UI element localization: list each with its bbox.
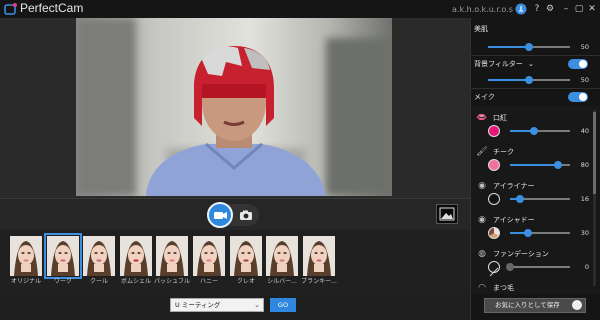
beauty-slider-fill (488, 46, 529, 48)
bg-filter-label[interactable]: 背景フィルター ⌄ (474, 59, 534, 69)
bg-filter-slider-knob[interactable] (525, 76, 533, 84)
divider (470, 88, 600, 89)
bg-filter-value: 50 (580, 76, 589, 84)
makeup-item-label: アイシャドー (493, 216, 535, 224)
divider (470, 55, 600, 56)
preset-thumbnail[interactable] (10, 236, 42, 276)
chevron-down-icon: ⌄ (528, 60, 534, 68)
video-camera-icon (214, 212, 227, 219)
preset-thumbnail[interactable] (120, 236, 152, 276)
photo-camera-icon[interactable] (239, 208, 253, 222)
eye-icon: ◉ (478, 181, 486, 191)
maximize-icon[interactable]: ▢ (573, 3, 585, 15)
preset-label: ハニー (199, 278, 218, 285)
chevron-down-icon: ⌄ (254, 301, 260, 309)
eyeshadow-icon: ◉ (478, 215, 486, 225)
settings-icon[interactable]: ⚙ (544, 3, 556, 15)
eyelash-icon: ◠ (478, 283, 486, 293)
slider-knob[interactable] (554, 161, 562, 169)
makeup-intensity-slider[interactable] (510, 229, 570, 237)
bg-filter-label-text: 背景フィルター (474, 60, 523, 68)
color-swatch[interactable] (488, 261, 500, 277)
makeup-item-value: 30 (580, 229, 589, 237)
makeup-item-label: チーク (493, 148, 514, 156)
beauty-slider[interactable] (488, 43, 570, 51)
preset-label: シルバー... (267, 278, 297, 285)
makeup-item-label: 口紅 (493, 114, 507, 122)
preset-label: ブランキー... (301, 278, 337, 285)
makeup-item-value: 40 (580, 127, 589, 135)
foundation-icon: ◍ (478, 249, 486, 259)
color-swatch[interactable] (488, 227, 500, 239)
preset-thumbnail[interactable] (266, 236, 298, 276)
title-bar: PerfectCam a.k.h.o.k.u.r.o.s ? ⚙ – ▢ ✕ (0, 0, 600, 18)
slider-knob[interactable] (506, 263, 514, 271)
preset-thumbnail[interactable] (230, 236, 262, 276)
preset-thumbnail[interactable] (83, 236, 115, 276)
notification-icon[interactable] (515, 3, 527, 15)
app-title: PerfectCam (20, 1, 84, 15)
preset-thumbnail[interactable] (193, 236, 225, 276)
preset-thumbnail[interactable] (156, 236, 188, 276)
preset-label: パッシュフル (153, 278, 190, 285)
color-swatch[interactable] (488, 193, 500, 205)
blush-brush-icon: 🖌 (476, 147, 488, 157)
preset-thumbnail[interactable] (44, 233, 82, 279)
bg-filter-slider[interactable] (488, 76, 570, 84)
color-swatch[interactable] (488, 159, 500, 171)
beauty-label: 美肌 (474, 25, 488, 33)
preset-label: クール (89, 278, 108, 285)
slider-knob[interactable] (515, 195, 524, 203)
bg-filter-slider-fill (488, 79, 529, 81)
go-button[interactable]: GO (270, 298, 296, 312)
makeup-intensity-slider[interactable] (510, 161, 570, 169)
favorite-icon (572, 300, 582, 310)
minimize-icon[interactable]: – (560, 3, 572, 15)
beauty-value: 50 (580, 43, 589, 51)
bg-filter-toggle[interactable] (568, 59, 588, 69)
makeup-intensity-slider[interactable] (510, 195, 570, 203)
save-favorite-button[interactable]: お気に入りとして保存 (484, 298, 586, 313)
meeting-app-dropdown[interactable]: U ミーティング ⌄ (170, 298, 264, 312)
image-gallery-icon (439, 207, 455, 221)
slider-knob[interactable] (524, 229, 532, 237)
makeup-intensity-slider[interactable] (506, 263, 570, 271)
color-swatch[interactable] (488, 125, 500, 137)
save-favorite-label: お気に入りとして保存 (495, 301, 560, 309)
lips-icon: 👄 (476, 113, 488, 123)
video-mode-button[interactable] (207, 202, 233, 228)
makeup-item-value: 80 (580, 161, 589, 169)
makeup-item-value: 16 (580, 195, 589, 203)
meeting-app-dropdown-value: U ミーティング (175, 301, 221, 309)
makeup-intensity-slider[interactable] (510, 127, 570, 135)
makeup-toggle[interactable] (568, 92, 588, 102)
slider-fill (510, 164, 558, 166)
scrollbar-thumb[interactable] (593, 112, 596, 194)
preset-label: オリジナル (10, 278, 41, 285)
user-name[interactable]: a.k.h.o.k.u.r.o.s (452, 5, 513, 14)
slider-knob[interactable] (530, 127, 538, 135)
gallery-button[interactable] (436, 204, 458, 224)
makeup-item-label: アイライナー (493, 182, 535, 190)
makeup-item-label: ファンデーション (493, 250, 549, 258)
preset-thumbnail[interactable] (303, 236, 335, 276)
close-icon[interactable]: ✕ (586, 3, 598, 15)
camera-preview (76, 18, 392, 196)
makeup-item-label: まつ毛 (493, 284, 514, 292)
beauty-slider-knob[interactable] (525, 43, 533, 51)
help-icon[interactable]: ? (531, 3, 543, 15)
app-logo-icon (4, 3, 17, 15)
makeup-label: メイク (474, 93, 495, 101)
makeup-item-value: 0 (584, 263, 589, 271)
